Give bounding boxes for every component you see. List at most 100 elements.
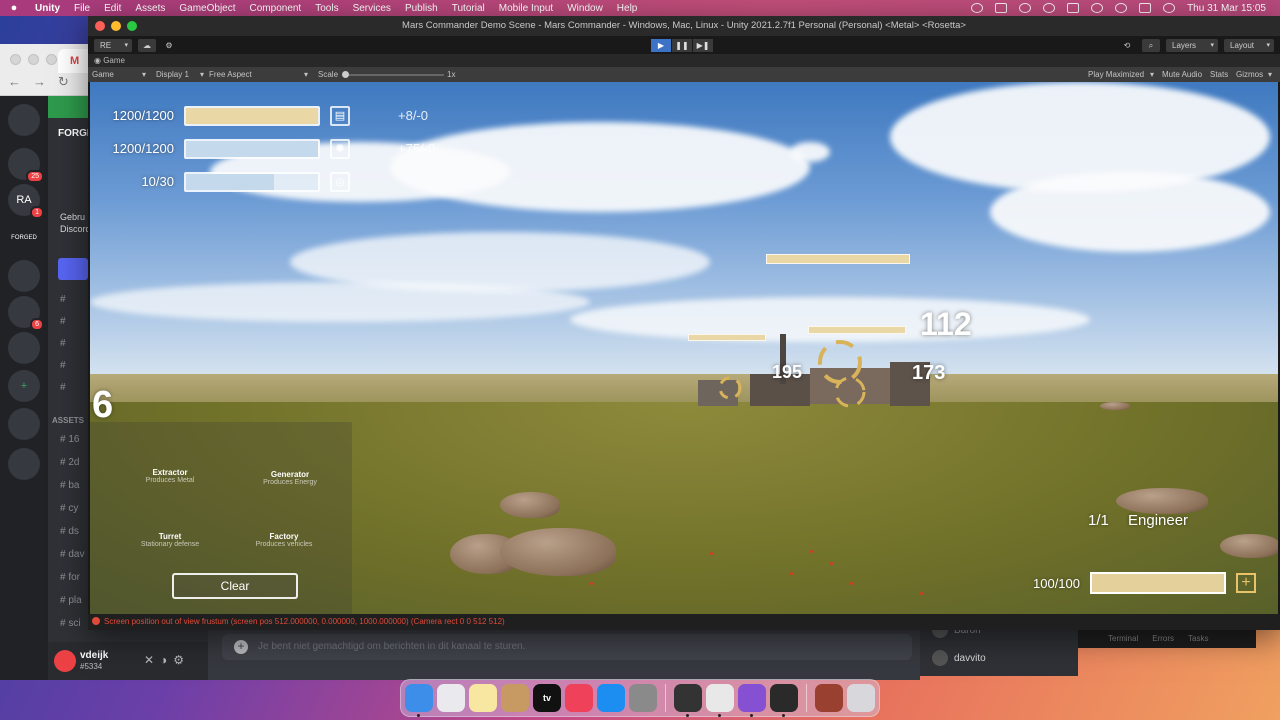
- build-option-factory[interactable]: Factory Produces vehicles: [224, 532, 344, 548]
- appletv-icon[interactable]: tv: [533, 684, 561, 712]
- siri-icon[interactable]: [1163, 3, 1176, 13]
- controls-icon[interactable]: [995, 3, 1008, 13]
- layout-dropdown[interactable]: Layout: [1224, 39, 1274, 52]
- errors-tab[interactable]: Errors: [1152, 634, 1174, 643]
- account-dropdown[interactable]: RE: [94, 39, 132, 52]
- menu-item-edit[interactable]: Edit: [97, 3, 128, 14]
- browser-nav-icons[interactable]: ←→↻: [8, 74, 81, 90]
- server-icon[interactable]: [8, 260, 40, 292]
- cloud-icon[interactable]: ☁: [138, 39, 156, 52]
- menu-item-component[interactable]: Component: [243, 3, 309, 14]
- voice-controls[interactable]: ✕◑⚙: [144, 653, 190, 667]
- channel-item[interactable]: # sci: [60, 618, 81, 629]
- mute-audio-toggle[interactable]: Mute Audio: [1162, 67, 1202, 82]
- finder-icon[interactable]: [405, 684, 433, 717]
- channel-item[interactable]: #: [60, 382, 66, 393]
- play-button[interactable]: ▶: [651, 39, 671, 52]
- add-unit-button[interactable]: +: [1236, 573, 1256, 593]
- wifi-icon[interactable]: [1091, 3, 1104, 13]
- channel-item[interactable]: #: [60, 360, 66, 371]
- channel-item[interactable]: # pla: [60, 595, 82, 606]
- step-button[interactable]: ▶❚: [693, 39, 713, 52]
- pause-button[interactable]: ❚❚: [672, 39, 692, 52]
- play-status-icon[interactable]: [1043, 3, 1056, 13]
- layers-dropdown[interactable]: Layers: [1166, 39, 1218, 52]
- gizmos-dropdown[interactable]: Gizmos: [1236, 67, 1263, 82]
- visual-studio-icon[interactable]: [738, 684, 766, 717]
- history-icon[interactable]: ⟲: [1118, 39, 1136, 52]
- unity-hub-icon[interactable]: [674, 684, 702, 717]
- channel-item[interactable]: #: [60, 316, 66, 327]
- units-icon[interactable]: ◎: [330, 172, 350, 192]
- trash-icon[interactable]: [847, 684, 875, 712]
- chrome-icon[interactable]: [706, 684, 734, 717]
- apple-menu-icon[interactable]: ●: [0, 2, 28, 14]
- spotlight-icon[interactable]: [1115, 3, 1128, 13]
- clock-status-icon[interactable]: [1019, 3, 1032, 13]
- server-icon[interactable]: 25: [8, 148, 44, 183]
- close-icon[interactable]: [95, 21, 105, 31]
- add-attachment-icon[interactable]: +: [234, 640, 248, 654]
- menu-clock[interactable]: Thu 31 Mar 15:05: [1187, 3, 1266, 14]
- channel-item[interactable]: # 16: [60, 434, 79, 445]
- energy-icon[interactable]: ✺: [330, 139, 350, 159]
- menu-item-help[interactable]: Help: [610, 3, 645, 14]
- channel-item[interactable]: # ds: [60, 526, 79, 537]
- scale-slider-handle[interactable]: [342, 71, 349, 78]
- collab-icon[interactable]: ⚙: [162, 39, 176, 52]
- unity-status-icon[interactable]: [971, 3, 984, 13]
- system-preferences-icon[interactable]: [629, 684, 657, 712]
- download-icon[interactable]: [8, 448, 40, 480]
- member-item[interactable]: davvito: [932, 650, 986, 666]
- menu-item-publish[interactable]: Publish: [398, 3, 445, 14]
- channel-item[interactable]: # 2d: [60, 457, 79, 468]
- channel-item[interactable]: # cy: [60, 503, 78, 514]
- tasks-tab[interactable]: Tasks: [1188, 634, 1208, 643]
- terminal-tab[interactable]: Terminal: [1108, 634, 1138, 643]
- menu-item-unity[interactable]: Unity: [28, 3, 67, 14]
- search-icon[interactable]: ⌕: [1142, 39, 1160, 52]
- server-icon[interactable]: [8, 332, 40, 364]
- display-dropdown[interactable]: Display 1: [156, 67, 189, 82]
- server-icon[interactable]: 6: [8, 296, 44, 331]
- menu-item-services[interactable]: Services: [346, 3, 398, 14]
- discord-icon[interactable]: [8, 104, 40, 136]
- server-icon[interactable]: RA 1: [8, 184, 44, 219]
- channel-item[interactable]: # ba: [60, 480, 79, 491]
- clear-button[interactable]: Clear: [172, 573, 298, 599]
- build-option-turret[interactable]: Turret Stationary defense: [110, 532, 230, 548]
- build-option-extractor[interactable]: Extractor Produces Metal: [110, 468, 230, 484]
- appstore-icon[interactable]: [597, 684, 625, 712]
- menu-item-file[interactable]: File: [67, 3, 97, 14]
- server-icon[interactable]: FORGED: [8, 222, 40, 254]
- channel-item[interactable]: # for: [60, 572, 80, 583]
- minimize-icon[interactable]: [111, 21, 121, 31]
- music-icon[interactable]: [565, 684, 593, 712]
- category-header[interactable]: ASSETS: [52, 416, 84, 425]
- metal-icon[interactable]: ▤: [330, 106, 350, 126]
- aspect-dropdown[interactable]: Free Aspect: [209, 67, 252, 82]
- view-dropdown[interactable]: Game: [92, 67, 114, 82]
- menu-item-tools[interactable]: Tools: [308, 3, 345, 14]
- menu-item-window[interactable]: Window: [560, 3, 610, 14]
- scale-slider[interactable]: [344, 74, 444, 76]
- photo-icon[interactable]: [815, 684, 843, 712]
- unity-icon[interactable]: [770, 684, 798, 717]
- game-tab[interactable]: ◉ Game: [88, 54, 1280, 67]
- control-center-icon[interactable]: [1139, 3, 1152, 13]
- channel-item[interactable]: # dav: [60, 549, 84, 560]
- notes-icon[interactable]: [469, 684, 497, 712]
- avatar[interactable]: [54, 650, 76, 672]
- contacts-icon[interactable]: [501, 684, 529, 712]
- play-maximized-dropdown[interactable]: Play Maximized: [1088, 67, 1144, 82]
- add-server-icon[interactable]: +: [8, 370, 40, 402]
- maximize-icon[interactable]: [127, 21, 137, 31]
- console-status-bar[interactable]: Screen position out of view frustum (scr…: [88, 614, 1280, 630]
- stats-toggle[interactable]: Stats: [1210, 67, 1228, 82]
- launchpad-icon[interactable]: [437, 684, 465, 712]
- menu-item-tutorial[interactable]: Tutorial: [445, 3, 492, 14]
- game-view[interactable]: 1200/1200 ▤ +8/-0 1200/1200 ✺ +75/-0 10/30 ◎ 11…: [90, 82, 1278, 614]
- discord-action-button[interactable]: [58, 258, 88, 280]
- compass-icon[interactable]: [8, 408, 40, 440]
- channel-item[interactable]: #: [60, 338, 66, 349]
